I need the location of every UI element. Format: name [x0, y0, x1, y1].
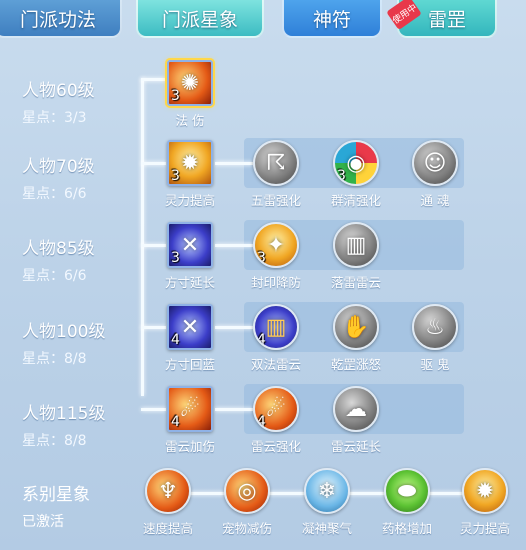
series-name: 宠物减伤 [221, 521, 272, 536]
skill-node[interactable]: ✕ 3 方寸延长 [159, 222, 221, 291]
skill-node[interactable]: ☺ 通 魂 [404, 140, 466, 209]
skill-node[interactable]: ☁ 雷云延长 [325, 386, 387, 455]
talisman-icon: ▥ [333, 222, 379, 268]
skill-level: 3 [171, 250, 180, 266]
tab-sect-stars[interactable]: 门派星象 [136, 0, 264, 38]
skill-name: 雷云加伤 [164, 439, 215, 454]
series-name: 速度提高 [142, 521, 193, 536]
skill-name: 落雷雷云 [330, 275, 381, 290]
skill-level: 3 [171, 88, 180, 104]
skill-node[interactable]: ✦ 3 封印降防 [245, 222, 307, 291]
fire-shield-icon: ◎ [224, 468, 270, 514]
flame-hand-icon: ☄ 4 [167, 386, 213, 432]
skill-name: 封印降防 [250, 275, 301, 290]
burst-icon: ✹ [462, 468, 508, 514]
series-status: 已激活 [22, 514, 64, 530]
series-node[interactable]: ♆ 速度提高 [137, 468, 199, 537]
meditation-icon: ❄ [304, 468, 350, 514]
skill-node[interactable]: ✕ 4 方寸回蓝 [159, 304, 221, 373]
skill-name: 群清强化 [330, 193, 381, 208]
skill-level: 3 [337, 168, 346, 184]
skill-name: 雷云强化 [250, 439, 301, 454]
rainbow-icon: ◉ 3 [333, 140, 379, 186]
skill-name: 驱 鬼 [420, 357, 450, 372]
skill-level: 3 [257, 250, 266, 266]
skill-level: 4 [257, 414, 266, 430]
fire-claw-icon: ♆ [145, 468, 191, 514]
skill-node[interactable]: ☄ 4 雷云加伤 [159, 386, 221, 455]
skill-level: 4 [171, 332, 180, 348]
skill-name: 通 魂 [420, 193, 450, 208]
series-node[interactable]: ◎ 宠物减伤 [216, 468, 278, 537]
gesture-icon: ✋ [333, 304, 379, 350]
skill-node[interactable]: ☈ 五雷强化 [245, 140, 307, 209]
burst-icon: ✹ 3 [167, 140, 213, 186]
row-label-70: 人物70级 星点：6/6 [22, 152, 95, 203]
skill-node[interactable]: ✋ 乾罡涨怒 [325, 304, 387, 373]
skill-name: 方寸延长 [164, 275, 215, 290]
row-label-100: 人物100级 星点：8/8 [22, 317, 105, 368]
skill-level: 4 [171, 414, 180, 430]
skill-node[interactable]: ▥ 落雷雷云 [325, 222, 387, 291]
body-aura-icon: ✺ 3 [167, 60, 213, 106]
skill-level: 3 [171, 168, 180, 184]
row-level: 人物115级 [22, 404, 106, 424]
seal-break-icon: ✦ 3 [253, 222, 299, 268]
skill-level: 4 [257, 332, 266, 348]
skill-node[interactable]: ✹ 3 灵力提高 [159, 140, 221, 209]
skill-name: 五雷强化 [250, 193, 301, 208]
row-level: 人物70级 [22, 157, 95, 177]
lightning-cross-icon: ✕ 4 [167, 304, 213, 350]
ghost-icon: ♨ [412, 304, 458, 350]
talisman-icon: ▥ 4 [253, 304, 299, 350]
skill-name: 灵力提高 [164, 193, 215, 208]
tab-talisman[interactable]: 神符 [282, 0, 382, 38]
flame-hand-icon: ☄ 4 [253, 386, 299, 432]
skill-name: 方寸回蓝 [164, 357, 215, 372]
row-points: 星点：3/3 [22, 110, 87, 126]
skill-name: 雷云延长 [330, 439, 381, 454]
row-points: 星点：8/8 [22, 433, 87, 449]
row-points: 星点：6/6 [22, 186, 87, 202]
skill-node[interactable]: ▥ 4 双法雷云 [245, 304, 307, 373]
series-node[interactable]: ✹ 灵力提高 [454, 468, 516, 537]
skill-name: 双法雷云 [250, 357, 301, 372]
row-label-60: 人物60级 星点：3/3 [22, 76, 95, 127]
cloud-icon: ☁ [333, 386, 379, 432]
skill-name: 乾罡涨怒 [330, 357, 381, 372]
row-label-85: 人物85级 星点：6/6 [22, 234, 95, 285]
row-level: 人物85级 [22, 239, 95, 259]
row-level: 人物60级 [22, 81, 95, 101]
row-points: 星点：6/6 [22, 268, 87, 284]
row-points: 星点：8/8 [22, 351, 87, 367]
skill-node[interactable]: ♨ 驱 鬼 [404, 304, 466, 373]
series-title: 系别星象 [22, 485, 90, 505]
skill-node[interactable]: ☄ 4 雷云强化 [245, 386, 307, 455]
series-node[interactable]: ⬬ 药格增加 [376, 468, 438, 537]
lightning-cross-icon: ✕ 3 [167, 222, 213, 268]
series-node[interactable]: ❄ 凝神聚气 [296, 468, 358, 537]
tab-bar: 门派功法 门派星象 神符 雷罡 使用中 [0, 0, 526, 44]
skill-name: 法 伤 [175, 113, 205, 128]
series-name: 药格增加 [381, 521, 432, 536]
row-label-115: 人物115级 星点：8/8 [22, 399, 105, 450]
gem-icon: ⬬ [384, 468, 430, 514]
series-name: 凝神聚气 [301, 521, 352, 536]
thunder-icon: ☈ [253, 140, 299, 186]
skill-node[interactable]: ◉ 3 群清强化 [325, 140, 387, 209]
series-label: 系别星象 已激活 [22, 480, 90, 531]
row-level: 人物100级 [22, 322, 106, 342]
skill-node[interactable]: ✺ 3 法 伤 [159, 60, 221, 129]
statue-icon: ☺ [412, 140, 458, 186]
tree-trunk-line [141, 78, 144, 396]
series-name: 灵力提高 [459, 521, 510, 536]
tab-sect-skills[interactable]: 门派功法 [0, 0, 122, 38]
